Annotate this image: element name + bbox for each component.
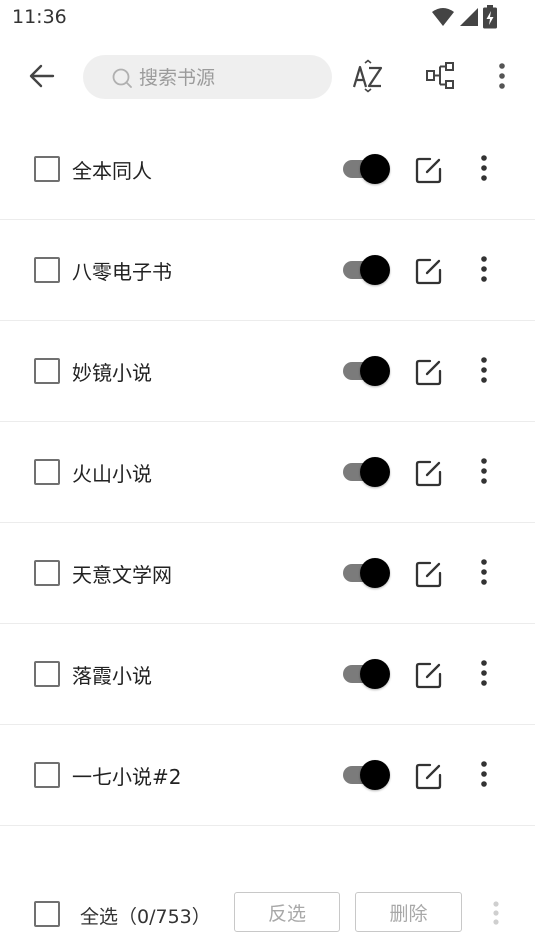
list-item[interactable]: 一七小说#2 [0,725,535,826]
sort-button[interactable] [348,56,388,96]
select-all-checkbox[interactable] [34,901,60,927]
wifi-icon [432,8,454,26]
switch-thumb [360,255,390,285]
enable-switch[interactable] [341,356,391,386]
switch-thumb [360,457,390,487]
enable-switch[interactable] [341,659,391,689]
list-item[interactable]: 落霞小说 [0,624,535,725]
sort-az-icon [352,59,383,93]
source-name: 八零电子书 [72,260,172,284]
source-checkbox[interactable] [34,156,60,182]
enable-switch[interactable] [341,255,391,285]
source-name: 天意文学网 [72,563,172,587]
edit-icon[interactable] [414,256,444,286]
search-box[interactable] [83,55,332,99]
signal-icon [460,8,478,26]
source-name: 落霞小说 [72,664,152,688]
source-checkbox[interactable] [34,661,60,687]
select-all-label[interactable]: 全选（0/753） [80,902,211,929]
more-vert-icon [499,63,505,89]
edit-icon[interactable] [414,357,444,387]
status-icons [431,5,497,29]
source-name: 全本同人 [72,159,152,183]
more-vert-icon[interactable] [472,658,496,690]
more-vert-icon[interactable] [472,254,496,286]
delete-button[interactable]: 删除 [355,892,462,932]
status-time: 11:36 [12,6,67,28]
battery-charging-icon [483,5,497,29]
switch-thumb [360,659,390,689]
switch-thumb [360,154,390,184]
source-checkbox[interactable] [34,257,60,283]
group-tree-icon [426,62,454,89]
source-checkbox[interactable] [34,762,60,788]
source-checkbox[interactable] [34,358,60,384]
enable-switch[interactable] [341,154,391,184]
bottom-action-bar: 全选（0/753） 反选 删除 [0,876,535,951]
source-name: 妙镜小说 [72,361,152,385]
list-item[interactable]: 火山小说 [0,422,535,523]
more-vert-icon[interactable] [472,557,496,589]
source-list: 全本同人 八零电子书 妙镜小说 火山小说 天意文学网 落霞小说 一七小说#2 [0,119,535,826]
source-checkbox[interactable] [34,459,60,485]
list-item[interactable]: 八零电子书 [0,220,535,321]
invert-selection-button[interactable]: 反选 [234,892,340,932]
edit-icon[interactable] [414,660,444,690]
enable-switch[interactable] [341,760,391,790]
more-vert-icon[interactable] [486,898,506,930]
edit-icon[interactable] [414,559,444,589]
list-item[interactable]: 妙镜小说 [0,321,535,422]
search-icon [112,68,132,88]
switch-thumb [360,558,390,588]
search-input[interactable] [137,63,321,93]
more-vert-icon[interactable] [472,355,496,387]
arrow-left-icon [29,64,55,88]
toolbar [0,44,535,110]
toolbar-more-button[interactable] [482,56,522,96]
list-item[interactable]: 全本同人 [0,119,535,220]
source-checkbox[interactable] [34,560,60,586]
list-item[interactable]: 天意文学网 [0,523,535,624]
enable-switch[interactable] [341,457,391,487]
switch-thumb [360,760,390,790]
more-vert-icon[interactable] [472,153,496,185]
edit-icon[interactable] [414,761,444,791]
status-bar: 11:36 [0,0,535,36]
enable-switch[interactable] [341,558,391,588]
more-vert-icon[interactable] [472,759,496,791]
group-button[interactable] [420,56,460,96]
more-vert-icon[interactable] [472,456,496,488]
source-name: 火山小说 [72,462,152,486]
back-button[interactable] [22,56,62,96]
edit-icon[interactable] [414,458,444,488]
edit-icon[interactable] [414,155,444,185]
switch-thumb [360,356,390,386]
book-source-manager: 11:36 搜索书源 全本同人 八零电子书 妙镜小说 火山小说 天意文学网 落霞… [0,0,535,951]
source-name: 一七小说#2 [72,765,182,789]
